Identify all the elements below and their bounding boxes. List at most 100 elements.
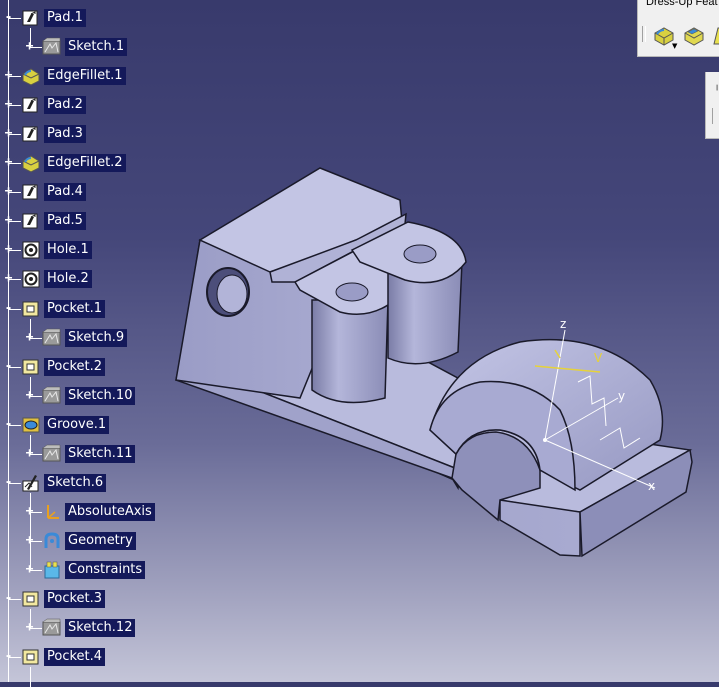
- expand-icon[interactable]: +: [24, 331, 35, 344]
- axis-icon[interactable]: [42, 502, 62, 522]
- expand-icon[interactable]: +: [24, 534, 35, 547]
- sketch-icon[interactable]: [42, 328, 62, 348]
- collapse-icon[interactable]: -: [3, 360, 14, 373]
- sketch-icon[interactable]: [42, 618, 62, 638]
- tree-node[interactable]: - Pad.1: [0, 8, 300, 30]
- tree-node-label[interactable]: Pad.5: [44, 212, 86, 231]
- tree-node-label[interactable]: Sketch.6: [44, 473, 107, 492]
- expand-icon[interactable]: +: [24, 505, 35, 518]
- expand-icon[interactable]: +: [3, 243, 14, 256]
- tree-node[interactable]: + Geometry: [0, 531, 300, 553]
- hole-icon[interactable]: [21, 269, 41, 289]
- tree-node-label[interactable]: Geometry: [65, 531, 136, 550]
- pad-icon[interactable]: [21, 211, 41, 231]
- tree-node[interactable]: + Pad.5: [0, 211, 300, 233]
- collapse-icon[interactable]: -: [3, 418, 14, 431]
- expand-icon[interactable]: +: [3, 214, 14, 227]
- expand-icon[interactable]: +: [24, 447, 35, 460]
- collapse-icon[interactable]: -: [3, 592, 14, 605]
- pad-icon[interactable]: [21, 8, 41, 28]
- tree-node-label[interactable]: Sketch.9: [65, 328, 128, 347]
- tree-node[interactable]: + Constraints: [0, 560, 300, 582]
- tree-node-label[interactable]: Pad.3: [44, 125, 86, 144]
- constraints-icon[interactable]: [42, 560, 62, 580]
- tree-node-label[interactable]: Groove.1: [44, 415, 110, 434]
- edge-fillet-icon[interactable]: [21, 153, 41, 173]
- expand-icon[interactable]: +: [3, 156, 14, 169]
- secondary-toolbar[interactable]: ╷: [705, 72, 719, 139]
- tree-node-label[interactable]: Pocket.2: [44, 357, 106, 376]
- toolbar-grip[interactable]: [712, 108, 715, 124]
- tree-node-label[interactable]: Pad.2: [44, 96, 86, 115]
- tree-node-label[interactable]: EdgeFillet.1: [44, 67, 126, 86]
- pad-icon[interactable]: [21, 95, 41, 115]
- hole-icon[interactable]: [21, 240, 41, 260]
- tree-node-label[interactable]: EdgeFillet.2: [44, 154, 126, 173]
- draft-button[interactable]: [710, 24, 719, 48]
- groove-icon[interactable]: [21, 415, 41, 435]
- sketch-edit-icon[interactable]: [21, 473, 41, 493]
- tree-node[interactable]: + Pad.4: [0, 182, 300, 204]
- tree-node-label[interactable]: Hole.1: [44, 241, 92, 260]
- tree-node[interactable]: + Sketch.12: [0, 618, 300, 640]
- edge-fillet-button[interactable]: ▼: [652, 24, 677, 50]
- tree-node-label[interactable]: AbsoluteAxis: [65, 502, 155, 521]
- tree-node[interactable]: + Sketch.1: [0, 37, 300, 59]
- tree-node[interactable]: + Pad.3: [0, 124, 300, 146]
- tree-node[interactable]: - Pocket.4: [0, 647, 300, 669]
- expand-icon[interactable]: +: [3, 98, 14, 111]
- tree-node[interactable]: - Pocket.3: [0, 589, 300, 611]
- tree-node-label[interactable]: Sketch.1: [65, 38, 128, 57]
- edge-fillet-icon[interactable]: [21, 66, 41, 86]
- geometry-icon[interactable]: [42, 531, 62, 551]
- dress-up-features-toolbar[interactable]: Dress-Up Feat ▼: [637, 0, 719, 57]
- collapse-icon[interactable]: -: [3, 650, 14, 663]
- sketch-icon[interactable]: [42, 37, 62, 57]
- pocket-icon[interactable]: [21, 357, 41, 377]
- pad-icon[interactable]: [21, 182, 41, 202]
- tree-node[interactable]: + EdgeFillet.1: [0, 66, 300, 88]
- tree-node-label[interactable]: Hole.2: [44, 270, 92, 289]
- tree-node[interactable]: - Sketch.6: [0, 473, 300, 495]
- tree-node[interactable]: + Hole.1: [0, 240, 300, 262]
- tree-node[interactable]: - Pocket.1: [0, 299, 300, 321]
- expand-icon[interactable]: +: [24, 563, 35, 576]
- tree-node-label[interactable]: Pocket.1: [44, 299, 106, 318]
- expand-icon[interactable]: +: [24, 40, 35, 53]
- tree-node[interactable]: + Sketch.10: [0, 386, 300, 408]
- tree-node-label[interactable]: Constraints: [65, 560, 146, 579]
- pocket-icon[interactable]: [21, 647, 41, 667]
- tree-node-label[interactable]: Sketch.11: [65, 444, 136, 463]
- expand-icon[interactable]: +: [3, 272, 14, 285]
- expand-icon[interactable]: +: [3, 127, 14, 140]
- expand-icon[interactable]: +: [3, 185, 14, 198]
- specification-tree[interactable]: - Pad.1 + Sketch.1 + EdgeFillet.1 + Pad.2 + Pad.3…: [0, 0, 300, 687]
- tree-node-label[interactable]: Pad.1: [44, 9, 86, 27]
- tree-node[interactable]: + Sketch.9: [0, 328, 300, 350]
- tree-node[interactable]: + Pad.2: [0, 95, 300, 117]
- expand-icon[interactable]: +: [24, 621, 35, 634]
- tree-node-label[interactable]: Pocket.4: [44, 648, 106, 667]
- pocket-icon[interactable]: [21, 299, 41, 319]
- tree-node-label[interactable]: Sketch.10: [65, 386, 136, 405]
- collapse-icon[interactable]: -: [3, 302, 14, 315]
- tree-node-label[interactable]: Pocket.3: [44, 590, 106, 608]
- sketch-icon[interactable]: [42, 444, 62, 464]
- tree-node[interactable]: + Sketch.11: [0, 444, 300, 466]
- tree-node[interactable]: + EdgeFillet.2: [0, 153, 300, 175]
- tree-node[interactable]: - Pocket.2: [0, 357, 300, 379]
- tree-node-label[interactable]: Pad.4: [44, 183, 86, 202]
- sketch-icon[interactable]: [42, 386, 62, 406]
- collapse-icon[interactable]: -: [3, 11, 14, 24]
- pad-icon[interactable]: [21, 124, 41, 144]
- chamfer-button[interactable]: [682, 24, 706, 48]
- toolbar-grip[interactable]: [642, 26, 646, 42]
- pocket-icon[interactable]: [21, 589, 41, 609]
- collapse-icon[interactable]: -: [3, 476, 14, 489]
- expand-icon[interactable]: +: [24, 389, 35, 402]
- tree-node[interactable]: - Groove.1: [0, 415, 300, 437]
- tree-node-label[interactable]: Sketch.12: [65, 619, 136, 638]
- tree-node[interactable]: + Hole.2: [0, 269, 300, 291]
- expand-icon[interactable]: +: [3, 69, 14, 82]
- tree-node[interactable]: + AbsoluteAxis: [0, 502, 300, 524]
